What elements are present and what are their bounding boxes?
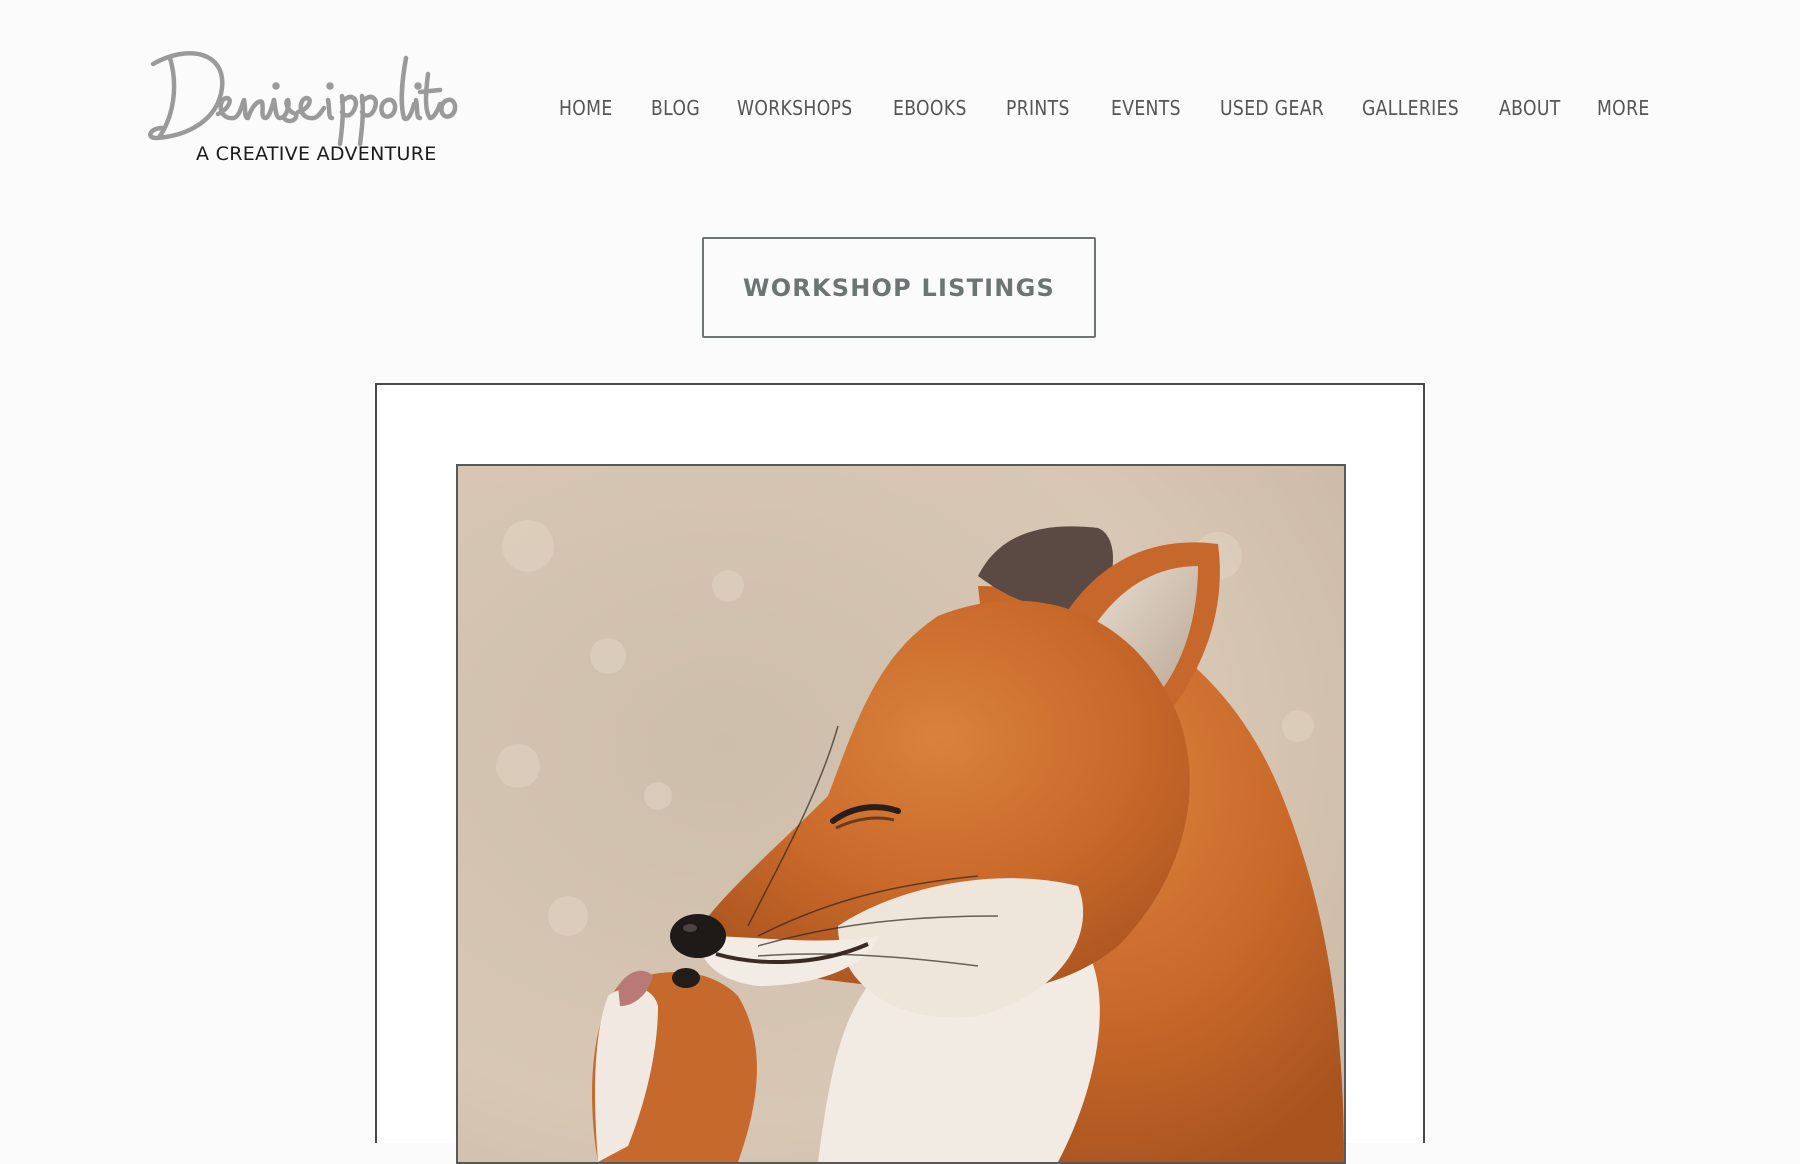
logo-tagline: A CREATIVE ADVENTURE [196, 143, 437, 165]
photo-frame [375, 383, 1425, 1164]
nav-item-workshops[interactable]: WORKSHOPS [737, 96, 853, 120]
nav-item-blog[interactable]: BLOG [651, 96, 700, 120]
nav-item-galleries[interactable]: GALLERIES [1362, 96, 1459, 120]
nav-item-prints[interactable]: PRINTS [1006, 96, 1070, 120]
nav-item-about[interactable]: ABOUT [1499, 96, 1561, 120]
logo-script-signature [148, 51, 458, 147]
fox-illustration [458, 466, 1344, 1162]
workshop-listings-button[interactable]: WORKSHOP LISTINGS [702, 237, 1096, 338]
nav-item-more[interactable]: MORE [1597, 96, 1650, 120]
nav-item-ebooks[interactable]: EBOOKS [893, 96, 967, 120]
nav-item-used-gear[interactable]: USED GEAR [1220, 96, 1324, 120]
nav-item-events[interactable]: EVENTS [1111, 96, 1181, 120]
main-navigation: HOME BLOG WORKSHOPS EBOOKS PRINTS EVENTS… [0, 96, 1800, 126]
nav-item-home[interactable]: HOME [559, 96, 613, 120]
fox-photo[interactable] [456, 464, 1346, 1164]
